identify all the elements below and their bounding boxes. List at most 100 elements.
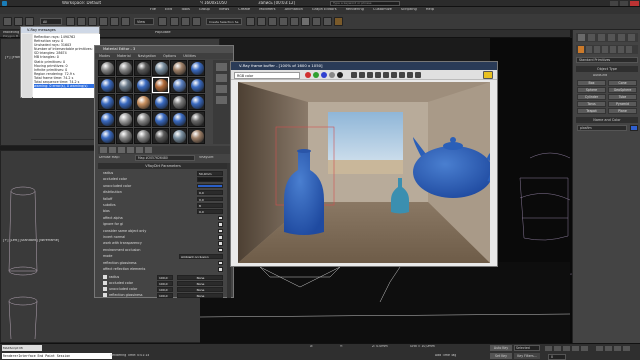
menu-navigation[interactable]: Navigation — [138, 53, 156, 59]
viewport-label-left-2[interactable]: [+] [Left] [Standard] [Wireframe] — [3, 239, 59, 243]
geometry-icon[interactable] — [578, 46, 584, 53]
menu-tools[interactable]: Tools — [181, 8, 190, 12]
key-mode-dropdown[interactable]: Selected — [514, 345, 540, 351]
material-slot[interactable] — [170, 128, 187, 144]
search-input[interactable]: Type a keyword or phrase — [330, 1, 400, 6]
material-slot[interactable] — [134, 60, 151, 76]
name-and-color-rollout[interactable]: Name and Color — [576, 117, 638, 123]
space-warps-icon[interactable] — [618, 46, 624, 53]
material-slot[interactable] — [170, 94, 187, 110]
occluded-color-swatch[interactable] — [197, 177, 223, 182]
menu-create[interactable]: Create — [238, 8, 250, 12]
material-slot[interactable] — [98, 60, 115, 76]
vraydirt-parameters-rollout[interactable]: VRayDirt Parameters — [98, 163, 228, 169]
map-enable-checkbox[interactable] — [103, 293, 107, 297]
current-frame-input[interactable]: 0 — [548, 354, 566, 360]
color-correction-icon[interactable] — [407, 72, 413, 78]
channel-dropdown[interactable]: RGB color — [234, 71, 300, 79]
cone-button[interactable]: Cone — [608, 80, 637, 86]
material-slot[interactable] — [152, 60, 169, 76]
material-slot[interactable] — [116, 77, 133, 93]
selection-filter-dropdown[interactable]: All — [40, 18, 62, 25]
material-slot[interactable] — [116, 60, 133, 76]
menu-file[interactable]: File — [150, 8, 156, 12]
rectangular-selection-icon[interactable] — [88, 17, 97, 26]
helpers-icon[interactable] — [610, 46, 616, 53]
maximize-viewport-icon[interactable] — [623, 346, 630, 351]
display-tab-icon[interactable] — [618, 34, 625, 41]
parameter-checkbox[interactable] — [218, 222, 223, 227]
menu-animation[interactable]: Animation — [285, 8, 303, 12]
background-icon[interactable] — [216, 85, 227, 93]
previous-frame-icon[interactable] — [554, 346, 561, 351]
map-amount-spinner[interactable]: 100,0 — [157, 293, 173, 298]
maxscript-output[interactable]: RendererInterface End Paint Session — [2, 353, 112, 359]
parameter-checkbox[interactable] — [218, 260, 223, 266]
material-slot[interactable] — [134, 128, 151, 144]
rendered-frame-window-icon[interactable] — [323, 17, 332, 26]
schematic-view-icon[interactable] — [290, 17, 299, 26]
auto-key-button[interactable]: Auto Key — [490, 345, 512, 351]
parameter-checkbox[interactable] — [218, 241, 223, 246]
undo-icon[interactable] — [3, 17, 12, 26]
z-coordinate[interactable]: Z: 0.0mm — [372, 345, 388, 349]
object-type-rollout[interactable]: Object Type — [576, 66, 638, 72]
track-mouse-icon[interactable] — [383, 72, 389, 78]
modify-tab-icon[interactable] — [588, 34, 595, 41]
region-render-icon[interactable] — [391, 72, 397, 78]
map-slot-button[interactable]: None — [177, 287, 223, 292]
map-enable-checkbox[interactable] — [103, 281, 107, 285]
material-slot[interactable] — [188, 128, 205, 144]
menu-material[interactable]: Material — [117, 53, 131, 59]
map-type-button[interactable]: VRayDirt — [199, 156, 214, 160]
curve-editor-icon[interactable] — [279, 17, 288, 26]
material-slot[interactable] — [116, 128, 133, 144]
shapes-icon[interactable] — [586, 46, 592, 53]
parameter-checkbox[interactable] — [218, 235, 223, 240]
unoccluded-color-swatch[interactable] — [197, 183, 223, 189]
map-slot-button[interactable]: None — [177, 293, 223, 298]
layer-icon[interactable] — [268, 17, 277, 26]
material-slot[interactable] — [152, 94, 169, 110]
reference-coordinate-dropdown[interactable]: View — [134, 18, 154, 25]
pivot-icon[interactable] — [158, 17, 167, 26]
select-object-icon[interactable] — [66, 17, 75, 26]
assign-material-icon[interactable] — [118, 147, 125, 153]
material-slot[interactable] — [116, 111, 133, 127]
object-color-swatch[interactable] — [630, 125, 638, 131]
material-slot[interactable] — [116, 94, 133, 110]
named-selection-dropdown[interactable]: Create Selection Se — [206, 18, 242, 25]
render-teapot-icon[interactable] — [334, 17, 343, 26]
go-to-parent-icon[interactable] — [145, 147, 152, 153]
map-amount-spinner[interactable]: 100,0 — [157, 281, 173, 286]
vfb-title[interactable]: V-Ray frame buffer - [100% of 1600 x 105… — [231, 62, 497, 70]
lens-effects-icon[interactable] — [415, 72, 421, 78]
workspace-label[interactable]: Workspace: Default — [62, 1, 101, 5]
parameter-spinner[interactable]: 8 — [197, 203, 223, 208]
material-slot[interactable] — [98, 128, 115, 144]
orbit-icon[interactable] — [614, 346, 621, 351]
percent-snap-icon[interactable] — [192, 17, 201, 26]
object-name-input[interactable]: plasfim — [577, 125, 627, 131]
box-button[interactable]: Box — [577, 80, 606, 86]
menu-modes[interactable]: Modes — [99, 53, 110, 59]
material-slot[interactable] — [134, 111, 151, 127]
alpha-channel-icon[interactable] — [329, 72, 335, 78]
material-slot[interactable] — [98, 111, 115, 127]
menu-graph-editors[interactable]: Graph Editors — [312, 8, 337, 12]
add-time-tag[interactable]: Add Time Tag — [435, 354, 456, 358]
material-slot[interactable] — [188, 60, 205, 76]
zoom-icon[interactable] — [596, 346, 603, 351]
material-slot[interactable] — [170, 111, 187, 127]
parameter-spinner[interactable]: 50,0mm — [197, 171, 223, 176]
map-enable-checkbox[interactable] — [103, 275, 107, 279]
render-setup-icon[interactable] — [312, 17, 321, 26]
material-slot[interactable] — [170, 60, 187, 76]
create-tab-icon[interactable] — [578, 34, 585, 41]
backlight-icon[interactable] — [216, 74, 227, 82]
scale-icon[interactable] — [121, 17, 130, 26]
material-slot[interactable] — [188, 94, 205, 110]
close-button[interactable] — [630, 1, 639, 6]
menu-rendering[interactable]: Rendering — [346, 8, 364, 12]
material-slot[interactable] — [170, 77, 187, 93]
